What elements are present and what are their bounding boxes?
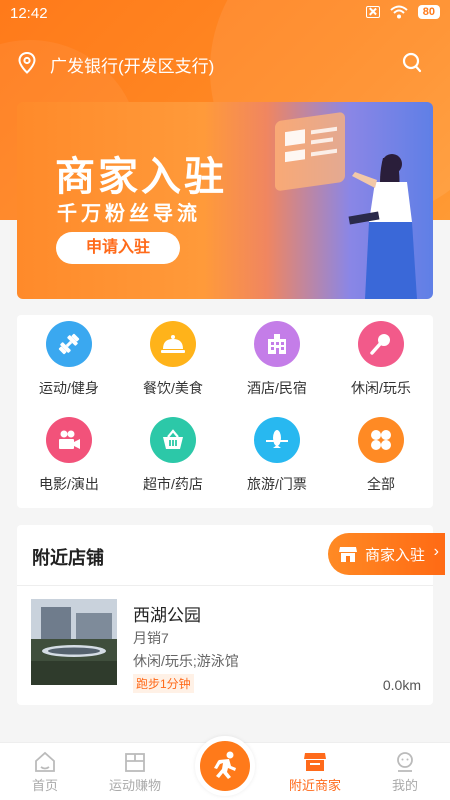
banner-title: 商家入驻 [55,155,227,199]
tab-sport-earn[interactable]: 运动赚物 [90,743,180,800]
wifi-icon [390,5,408,19]
category-label: 超市/药店 [143,476,203,492]
hotel-icon [254,321,300,367]
category-travel[interactable]: 旅游/门票 [225,411,329,501]
category-label: 运动/健身 [39,380,99,396]
shop-categories: 休闲/玩乐;游泳馆 [133,653,239,669]
category-label: 全部 [367,476,395,492]
category-sports[interactable]: 运动/健身 [17,315,121,405]
all-grid-icon [358,417,404,463]
status-time: 12:42 [10,5,48,22]
merchant-join-button[interactable]: 商家入驻 › [328,533,445,575]
category-grid: 运动/健身 餐饮/美食 酒店/民宿 休闲/玩乐 电影/演出 超市/药店 旅游/门… [17,315,433,508]
merchant-join-label: 商家入驻 [365,547,426,564]
category-label: 休闲/玩乐 [351,380,411,396]
category-supermarket[interactable]: 超市/药店 [121,411,225,501]
category-hotel[interactable]: 酒店/民宿 [225,315,329,405]
profile-icon [397,752,413,772]
category-label: 餐饮/美食 [143,380,203,396]
shop-walk-tag: 跑步1分钟 [133,674,194,693]
category-label: 酒店/民宿 [247,380,307,396]
store-icon [339,547,357,562]
basket-icon [150,417,196,463]
store-icon [304,753,326,771]
run-button[interactable] [195,736,255,796]
nearby-shops-panel: 附近店铺 商家入驻 › 西湖公园 月销7 休闲/玩乐;游泳馆 跑步1分钟 0.0… [17,525,445,705]
category-leisure[interactable]: 休闲/玩乐 [329,315,433,405]
runner-icon [214,751,236,779]
divider [17,585,433,586]
tab-nearby-merchants[interactable]: 附近商家 [270,743,360,800]
category-label: 电影/演出 [39,476,99,492]
shop-name: 西湖公园 [133,606,201,625]
home-icon [35,751,55,772]
chevron-right-icon: › [433,543,439,560]
shop-list-item[interactable]: 西湖公园 月销7 休闲/玩乐;游泳馆 跑步1分钟 0.0km [31,599,421,694]
category-all[interactable]: 全部 [329,411,433,501]
shop-thumbnail [31,599,117,685]
apply-join-button[interactable]: 申请入驻 [56,232,180,264]
tab-label: 运动赚物 [108,778,161,793]
category-food[interactable]: 餐饮/美食 [121,315,225,405]
tab-home[interactable]: 首页 [0,743,90,800]
airplane-icon [254,417,300,463]
promo-banner[interactable]: 商家入驻 千万粉丝导流 申请入驻 [17,102,433,299]
status-bar: 12:42 80 [0,0,450,28]
battery-indicator: 80 [417,5,440,19]
category-movie[interactable]: 电影/演出 [17,411,121,501]
banner-subtitle: 千万粉丝导流 [57,203,201,225]
food-tray-icon [150,321,196,367]
shop-monthly-sales: 月销7 [133,630,169,646]
tab-label: 我的 [391,778,418,793]
microphone-icon [358,321,404,367]
tab-label: 附近商家 [288,778,341,793]
dumbbell-icon [46,321,92,367]
shop-distance: 0.0km [382,677,421,693]
movie-camera-icon [46,417,92,463]
search-icon[interactable] [402,52,422,74]
category-label: 旅游/门票 [247,476,307,492]
nearby-title: 附近店铺 [32,548,104,568]
no-sim-icon [365,6,380,18]
current-location[interactable]: 广发银行(开发区支行) [50,52,214,77]
gift-box-icon [125,753,145,772]
tab-label: 首页 [31,778,58,793]
location-bar[interactable]: 广发银行(开发区支行) [0,46,450,80]
tab-mine[interactable]: 我的 [360,743,450,800]
location-pin-icon [18,52,36,74]
banner-illustration [275,112,417,299]
